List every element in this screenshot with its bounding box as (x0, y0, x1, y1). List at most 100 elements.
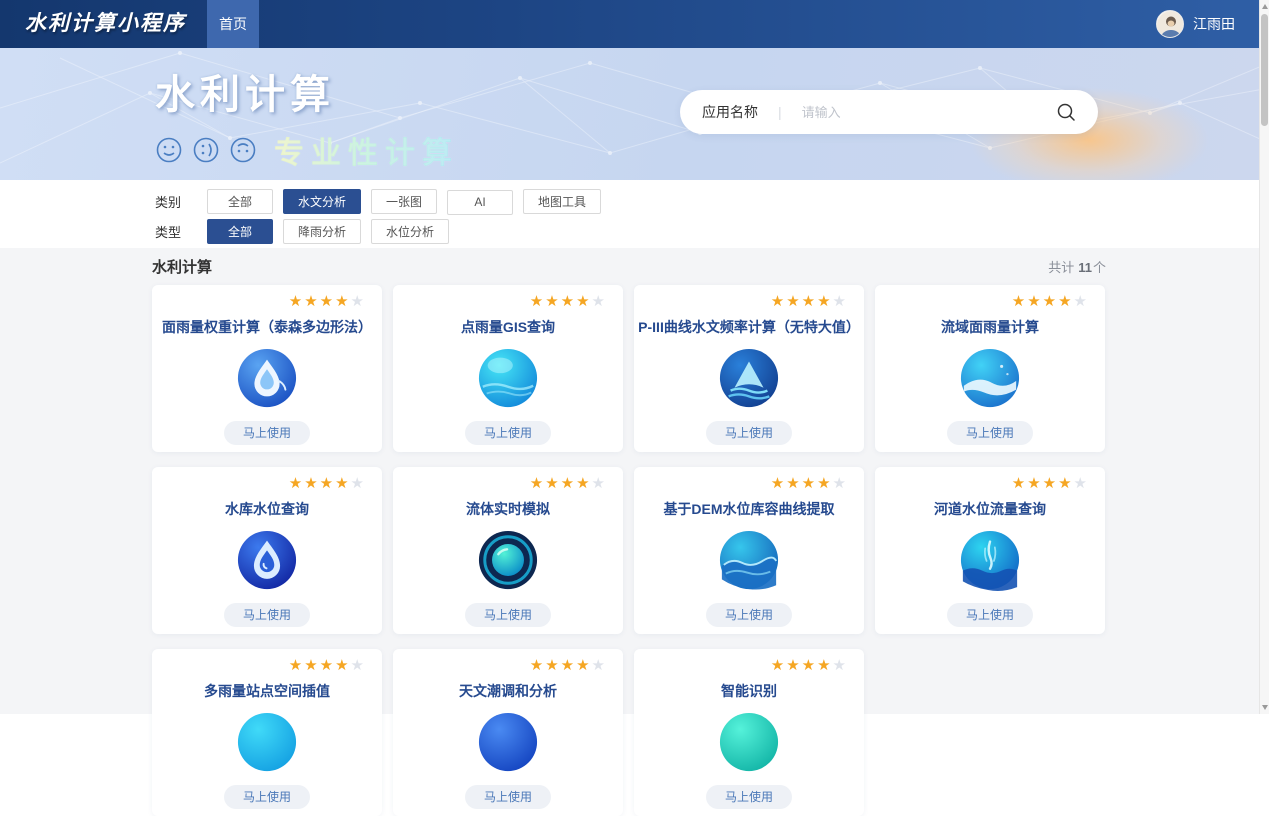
use-button[interactable]: 马上使用 (706, 603, 792, 627)
star-filled-icon: ★ (335, 657, 350, 674)
app-title: 流域面雨量计算 (941, 317, 1039, 337)
use-button[interactable]: 马上使用 (465, 603, 551, 627)
star-empty-icon: ★ (592, 293, 607, 310)
scrollbar-thumb[interactable] (1261, 14, 1268, 126)
app-card[interactable]: ★★★★★ 基于DEM水位库容曲线提取 马上使用 (634, 467, 864, 634)
filter-option[interactable]: 水位分析 (371, 219, 449, 244)
star-filled-icon: ★ (786, 293, 801, 310)
star-filled-icon: ★ (771, 475, 786, 492)
app-card[interactable]: ★★★★★ 河道水位流量查询 马上使用 (875, 467, 1105, 634)
star-empty-icon: ★ (592, 475, 607, 492)
star-filled-icon: ★ (786, 657, 801, 674)
search-divider: | (778, 104, 782, 120)
star-empty-icon: ★ (351, 475, 366, 492)
app-card[interactable]: ★★★★★ 多雨量站点空间插值 马上使用 (152, 649, 382, 816)
star-rating: ★★★★★ (881, 293, 1099, 311)
star-rating: ★★★★★ (640, 657, 858, 675)
use-button[interactable]: 马上使用 (465, 421, 551, 445)
search-bar: 应用名称 | (680, 90, 1098, 134)
star-filled-icon: ★ (335, 293, 350, 310)
dark-drop-icon (236, 529, 298, 591)
tab-home[interactable]: 首页 (207, 0, 259, 48)
star-filled-icon: ★ (561, 475, 576, 492)
app-card[interactable]: ★★★★★ 流体实时模拟 马上使用 (393, 467, 623, 634)
star-filled-icon: ★ (320, 293, 335, 310)
star-filled-icon: ★ (1012, 475, 1027, 492)
filter-option[interactable]: 全部 (207, 219, 273, 244)
star-empty-icon: ★ (1074, 475, 1089, 492)
filter-type-label: 类型 (155, 222, 191, 241)
use-button[interactable]: 马上使用 (706, 785, 792, 809)
user-menu[interactable]: 江雨田 (1156, 0, 1235, 48)
star-empty-icon: ★ (833, 293, 848, 310)
star-filled-icon: ★ (786, 475, 801, 492)
use-button[interactable]: 马上使用 (706, 421, 792, 445)
star-filled-icon: ★ (576, 475, 591, 492)
username-label: 江雨田 (1193, 14, 1235, 34)
app-card[interactable]: ★★★★★ 流域面雨量计算 马上使用 (875, 285, 1105, 452)
use-button[interactable]: 马上使用 (224, 603, 310, 627)
app-title: 面雨量权重计算（泰森多边形法） (162, 317, 372, 337)
app-title: 水库水位查询 (225, 499, 309, 519)
star-filled-icon: ★ (1043, 475, 1058, 492)
star-rating: ★★★★★ (158, 293, 376, 311)
app-card[interactable]: ★★★★★ 点雨量GIS查询 马上使用 (393, 285, 623, 452)
water-drop-swirl-icon (236, 347, 298, 409)
globe-icon (477, 347, 539, 409)
scrollbar-up-arrow[interactable] (1262, 4, 1268, 9)
sphere-teal-icon (718, 711, 780, 773)
sphere-cyan-icon (236, 711, 298, 773)
star-filled-icon: ★ (1058, 475, 1073, 492)
star-filled-icon: ★ (545, 475, 560, 492)
star-empty-icon: ★ (833, 475, 848, 492)
star-filled-icon: ★ (530, 657, 545, 674)
smiley-happy-icon (155, 136, 183, 164)
app-title: 智能识别 (721, 681, 777, 701)
use-button[interactable]: 马上使用 (224, 421, 310, 445)
star-filled-icon: ★ (802, 475, 817, 492)
top-navbar: 水利计算小程序 首页 江雨田 (0, 0, 1269, 48)
star-empty-icon: ★ (351, 657, 366, 674)
use-button[interactable]: 马上使用 (465, 785, 551, 809)
star-filled-icon: ★ (817, 657, 832, 674)
app-card[interactable]: ★★★★★ 智能识别 马上使用 (634, 649, 864, 816)
app-card[interactable]: ★★★★★ 水库水位查询 马上使用 (152, 467, 382, 634)
search-icon[interactable] (1056, 102, 1076, 122)
filter-option[interactable]: 全部 (207, 189, 273, 214)
section-title: 水利计算 (152, 256, 212, 277)
app-card[interactable]: ★★★★★ P-III曲线水文频率计算（无特大值） 马上使用 (634, 285, 864, 452)
star-filled-icon: ★ (304, 293, 319, 310)
star-rating: ★★★★★ (399, 293, 617, 311)
app-count: 共计11个 (1048, 257, 1106, 276)
scrollbar-down-arrow[interactable] (1262, 705, 1268, 710)
star-filled-icon: ★ (576, 657, 591, 674)
filter-option[interactable]: 一张图 (371, 189, 437, 214)
star-rating: ★★★★★ (881, 475, 1099, 493)
filter-option[interactable]: 降雨分析 (283, 219, 361, 244)
filter-option[interactable]: 地图工具 (523, 189, 601, 214)
smiley-wink-icon (192, 136, 220, 164)
search-input[interactable] (802, 105, 1056, 120)
star-filled-icon: ★ (320, 475, 335, 492)
use-button[interactable]: 马上使用 (947, 421, 1033, 445)
use-button[interactable]: 马上使用 (224, 785, 310, 809)
star-filled-icon: ★ (530, 293, 545, 310)
filter-panel: 类别 全部水文分析一张图AI地图工具 类型 全部降雨分析水位分析 (0, 180, 1269, 248)
star-empty-icon: ★ (351, 293, 366, 310)
use-button[interactable]: 马上使用 (947, 603, 1033, 627)
filter-option[interactable]: 水文分析 (283, 189, 361, 214)
app-title: 流体实时模拟 (466, 499, 550, 519)
filter-option[interactable]: AI (447, 190, 513, 215)
star-filled-icon: ★ (817, 475, 832, 492)
star-filled-icon: ★ (1043, 293, 1058, 310)
hero-title: 水利计算 (155, 62, 459, 120)
star-filled-icon: ★ (335, 475, 350, 492)
app-title: 多雨量站点空间插值 (204, 681, 330, 701)
app-title: 天文潮调和分析 (459, 681, 557, 701)
section-header: 水利计算 共计11个 (152, 248, 1106, 285)
app-card[interactable]: ★★★★★ 天文潮调和分析 马上使用 (393, 649, 623, 816)
star-rating: ★★★★★ (399, 475, 617, 493)
sphere-blue-icon (477, 711, 539, 773)
user-avatar (1156, 10, 1184, 38)
app-card[interactable]: ★★★★★ 面雨量权重计算（泰森多边形法） 马上使用 (152, 285, 382, 452)
